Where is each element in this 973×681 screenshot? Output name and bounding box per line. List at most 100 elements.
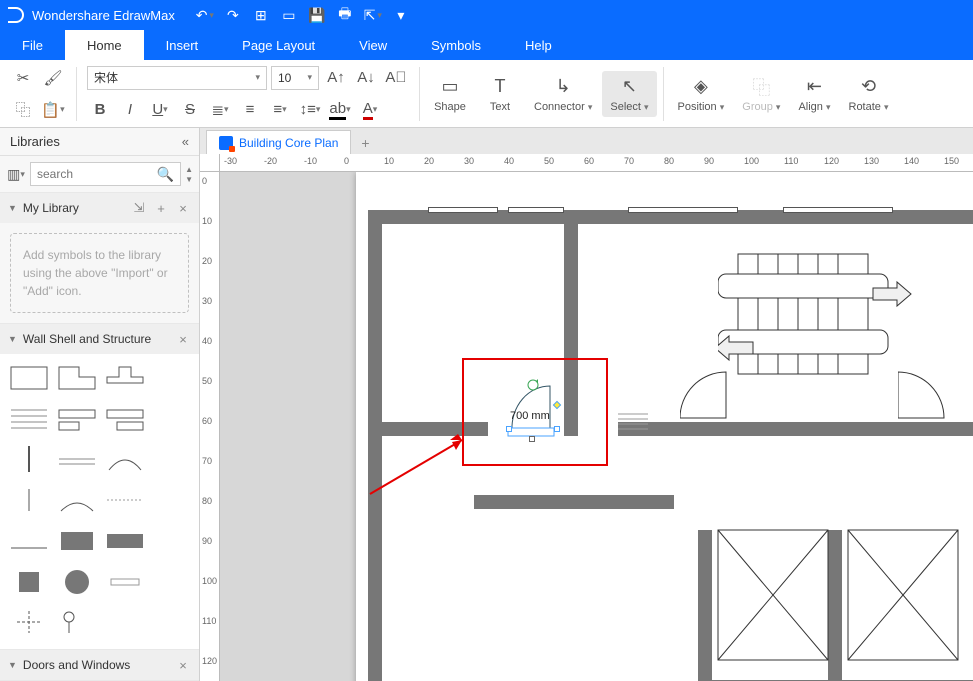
shape-thumb[interactable] bbox=[56, 566, 98, 598]
select-tool[interactable]: ↖ Select ▾ bbox=[602, 71, 656, 117]
shape-thumb[interactable] bbox=[104, 484, 146, 516]
document-tab[interactable]: Building Core Plan bbox=[206, 130, 351, 154]
shape-thumb[interactable] bbox=[56, 362, 98, 394]
text-icon: T bbox=[495, 75, 506, 99]
title-bar: Wondershare EdrawMax ↶▾ ↷ ⊞ ▭ 💾 🖶 ⇱▾ ▾ bbox=[0, 0, 973, 30]
shape-thumb[interactable] bbox=[8, 566, 50, 598]
annotation-arrow-icon bbox=[364, 432, 474, 502]
font-size-select[interactable]: 10 ▾ bbox=[271, 66, 319, 90]
section-my-library[interactable]: ▼ My Library ⇲ + × bbox=[0, 193, 199, 223]
text-highlight-button[interactable]: ab▾ bbox=[327, 97, 353, 123]
shape-thumb[interactable] bbox=[56, 484, 98, 516]
open-button[interactable]: ▭ bbox=[279, 5, 299, 25]
more-qat-button[interactable]: ▾ bbox=[391, 5, 411, 25]
rotate-tool[interactable]: ⟲ Rotate ▾ bbox=[841, 71, 897, 117]
chevron-down-icon: ▾ bbox=[255, 72, 260, 83]
font-color-button[interactable]: A▾ bbox=[357, 97, 383, 123]
shape-thumb[interactable] bbox=[56, 606, 98, 638]
menu-home[interactable]: Home bbox=[65, 30, 144, 60]
menu-page-layout[interactable]: Page Layout bbox=[220, 30, 337, 60]
bullets-button[interactable]: ≣▾ bbox=[207, 97, 233, 123]
position-tool[interactable]: ◈ Position ▾ bbox=[670, 71, 733, 117]
shape-thumb[interactable] bbox=[8, 443, 50, 475]
clear-format-button[interactable]: A⃠ bbox=[383, 65, 409, 91]
document-tabs: Building Core Plan + bbox=[200, 128, 973, 154]
paste-button[interactable]: 📋▾ bbox=[40, 97, 66, 123]
connector-tool[interactable]: ↳ Connector ▾ bbox=[526, 71, 600, 117]
shape-thumb[interactable] bbox=[8, 403, 50, 435]
elevator-cabs[interactable] bbox=[712, 526, 972, 676]
shape-thumb[interactable] bbox=[56, 443, 98, 475]
close-section-button[interactable]: × bbox=[175, 332, 191, 347]
close-section-button[interactable]: × bbox=[175, 658, 191, 673]
print-button[interactable]: 🖶 bbox=[335, 5, 355, 25]
align-tool[interactable]: ⇤ Align ▾ bbox=[790, 71, 838, 117]
menu-file[interactable]: File bbox=[0, 30, 65, 60]
close-section-button[interactable]: × bbox=[175, 201, 191, 216]
menu-help[interactable]: Help bbox=[503, 30, 574, 60]
shape-thumb[interactable] bbox=[8, 362, 50, 394]
export-button[interactable]: ⇱▾ bbox=[363, 5, 383, 25]
shape-tool[interactable]: ▭ Shape bbox=[426, 71, 474, 117]
shape-thumb[interactable] bbox=[104, 566, 146, 598]
my-library-empty-hint: Add symbols to the library using the abo… bbox=[10, 233, 189, 313]
redo-button[interactable]: ↷ bbox=[223, 5, 243, 25]
section-doors-windows[interactable]: ▼ Doors and Windows × bbox=[0, 650, 199, 680]
door-arc[interactable] bbox=[898, 368, 948, 422]
section-wall-structure[interactable]: ▼ Wall Shell and Structure × bbox=[0, 324, 199, 354]
document-icon bbox=[219, 136, 233, 150]
sidebar-collapse-button[interactable]: « bbox=[182, 134, 189, 149]
elevator-shape[interactable] bbox=[718, 240, 918, 400]
library-menu-button[interactable]: ▥▾ bbox=[6, 164, 26, 184]
copy-button[interactable]: ⿻ bbox=[10, 97, 36, 123]
position-icon: ◈ bbox=[694, 75, 708, 99]
shape-thumb[interactable] bbox=[104, 443, 146, 475]
align-center-button[interactable]: ≡▾ bbox=[267, 97, 293, 123]
shape-thumb[interactable] bbox=[104, 362, 146, 394]
import-button[interactable]: ⇲ bbox=[131, 200, 147, 216]
text-tool[interactable]: T Text bbox=[476, 71, 524, 117]
library-search[interactable]: 🔍 bbox=[30, 162, 181, 186]
shape-thumb[interactable] bbox=[104, 403, 146, 435]
increase-font-button[interactable]: A↑ bbox=[323, 65, 349, 91]
add-tab-button[interactable]: + bbox=[355, 135, 375, 154]
chevron-down-icon: ▾ bbox=[307, 72, 312, 83]
cut-button[interactable]: ✂ bbox=[10, 65, 36, 91]
line-spacing-button[interactable]: ↕≡▾ bbox=[297, 97, 323, 123]
shape-thumb[interactable] bbox=[56, 403, 98, 435]
save-button[interactable]: 💾 bbox=[307, 5, 327, 25]
menu-view[interactable]: View bbox=[337, 30, 409, 60]
shape-thumb[interactable] bbox=[104, 525, 146, 557]
shape-thumb[interactable] bbox=[8, 606, 50, 638]
ruler-horizontal[interactable]: -30-20-100102030405060708090100110120130… bbox=[220, 154, 973, 172]
new-button[interactable]: ⊞ bbox=[251, 5, 271, 25]
ribbon: ✂ 🖌 ⿻ 📋▾ 宋体 ▾ 10 ▾ A↑ A↓ A⃠ B I U▾ S bbox=[0, 60, 973, 128]
shape-thumb[interactable] bbox=[56, 525, 98, 557]
search-input[interactable] bbox=[37, 167, 127, 181]
align-icon: ⇤ bbox=[807, 75, 822, 99]
undo-button[interactable]: ↶▾ bbox=[195, 5, 215, 25]
format-painter-button[interactable]: 🖌 bbox=[40, 65, 66, 91]
shape-thumb[interactable] bbox=[8, 484, 50, 516]
group-icon: ⿻ bbox=[752, 75, 770, 99]
italic-button[interactable]: I bbox=[117, 97, 143, 123]
search-nav[interactable]: ▲▼ bbox=[185, 165, 193, 184]
group-tool[interactable]: ⿻ Group ▾ bbox=[734, 71, 788, 117]
underline-button[interactable]: U▾ bbox=[147, 97, 173, 123]
stairs[interactable] bbox=[618, 410, 648, 436]
door-arc[interactable] bbox=[680, 368, 730, 422]
font-name-select[interactable]: 宋体 ▾ bbox=[87, 66, 267, 90]
menu-insert[interactable]: Insert bbox=[144, 30, 221, 60]
search-icon[interactable]: 🔍 bbox=[157, 166, 174, 183]
add-button[interactable]: + bbox=[153, 201, 169, 216]
strike-button[interactable]: S bbox=[177, 97, 203, 123]
menu-symbols[interactable]: Symbols bbox=[409, 30, 503, 60]
bold-button[interactable]: B bbox=[87, 97, 113, 123]
align-left-button[interactable]: ≡ bbox=[237, 97, 263, 123]
page[interactable]: 700 mm bbox=[356, 172, 973, 681]
shape-thumb[interactable] bbox=[8, 525, 50, 557]
ruler-vertical[interactable]: 0102030405060708090100110120130 bbox=[200, 172, 220, 681]
app-logo-icon bbox=[8, 7, 24, 23]
decrease-font-button[interactable]: A↓ bbox=[353, 65, 379, 91]
canvas-viewport[interactable]: 700 mm bbox=[220, 172, 973, 681]
